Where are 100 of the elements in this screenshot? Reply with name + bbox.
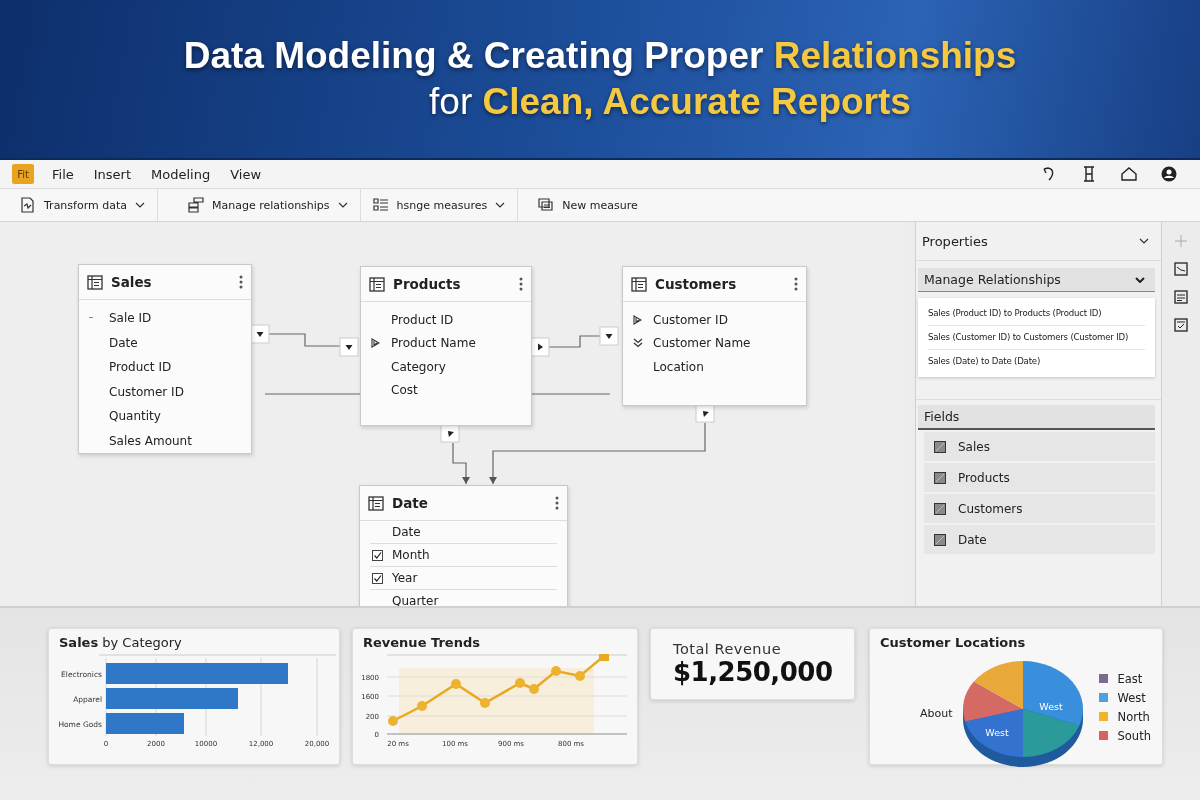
table-card[interactable]: Sales Sale ID Date Product ID Customer ID Quantity Sales Amount	[78, 264, 252, 454]
legend-label: West	[1117, 690, 1146, 705]
data-point	[575, 671, 585, 681]
dash-icon	[89, 317, 93, 320]
caret-icon	[1135, 276, 1145, 283]
more-icon[interactable]	[239, 275, 243, 289]
data-point	[480, 698, 490, 708]
field-name[interactable]: Quantity	[109, 409, 161, 424]
account-icon[interactable]	[1160, 165, 1178, 183]
toolbar-button[interactable]: hsnge measures	[360, 189, 519, 221]
toolbar-button[interactable]: Manage relationships	[158, 189, 361, 221]
home-icon[interactable]	[1120, 165, 1138, 183]
table-card[interactable]: Date Date Month Year Quarter	[359, 485, 568, 606]
table-icon	[631, 276, 647, 292]
card-title: Revenue Trends	[362, 634, 481, 652]
caret-icon	[337, 202, 348, 208]
cardinality-marker	[599, 326, 619, 346]
field-name[interactable]: Product Name	[391, 336, 476, 351]
relationship-arrow	[452, 442, 470, 485]
field-name[interactable]: Customer Name	[653, 336, 751, 351]
cardinality-marker	[530, 337, 550, 357]
caret-icon	[135, 202, 145, 208]
field-item[interactable]: Sales	[924, 432, 1155, 461]
more-icon[interactable]	[519, 277, 523, 291]
field-item[interactable]: Customers	[924, 494, 1155, 523]
table-card[interactable]: Customers Customer ID Customer Name Location	[622, 266, 807, 406]
pie-slice	[964, 709, 1023, 757]
legend-label: North	[1117, 709, 1150, 724]
more-icon[interactable]	[555, 496, 559, 510]
menu-item[interactable]: File	[52, 163, 90, 185]
menu-item[interactable]: Insert	[93, 163, 148, 185]
pie-label: About	[920, 706, 953, 720]
table-square-icon	[934, 533, 946, 546]
kpi-value: $1,250,000	[673, 657, 834, 687]
card-title: Customer Locations	[879, 634, 1027, 652]
field-name[interactable]: Cost	[391, 383, 418, 398]
field-item[interactable]: Date	[924, 525, 1155, 554]
play-icon	[371, 338, 380, 349]
table-card[interactable]: Products Product ID Product Name Category Cost	[360, 266, 532, 426]
pie-slice	[973, 661, 1023, 709]
table-icon	[369, 276, 385, 292]
field-item[interactable]: Products	[924, 463, 1155, 492]
panel-title: Properties	[922, 233, 988, 249]
card-title: Sales by Category	[58, 634, 183, 652]
toolbar-button[interactable]: New measure	[518, 189, 650, 221]
chevrons-icon	[633, 338, 643, 349]
field-name[interactable]: Sale ID	[109, 311, 152, 326]
table-name: Customers	[655, 276, 738, 292]
app-logo[interactable]: Fit	[12, 164, 34, 184]
table-square-icon	[934, 440, 946, 453]
field-name[interactable]: Year	[392, 571, 418, 585]
field-name[interactable]: Date	[109, 335, 138, 350]
field-name[interactable]: Month	[392, 548, 430, 562]
cardinality-marker	[695, 403, 715, 423]
field-name[interactable]: Quarter	[392, 594, 439, 606]
toolbar-button[interactable]: Transform data	[0, 189, 158, 221]
relationship-item[interactable]: Sales (Customer ID) to Customers (Customer ID)	[928, 326, 1145, 350]
data-point	[388, 716, 398, 726]
field-name[interactable]: Customer ID	[109, 384, 184, 399]
windows-icon	[538, 197, 555, 213]
slice-label: West	[984, 727, 1009, 738]
table-square-icon	[934, 502, 946, 515]
field-name[interactable]: Date	[392, 525, 421, 539]
menu-item[interactable]: View	[230, 163, 278, 185]
table-icon	[368, 495, 384, 511]
table-name: Date	[392, 495, 429, 511]
caret-icon	[495, 202, 506, 208]
text-icon[interactable]	[1174, 290, 1188, 304]
cardinality-marker	[250, 324, 270, 344]
fields-header: Fields	[918, 405, 1155, 430]
data-point	[451, 679, 461, 689]
checkbox[interactable]	[372, 549, 383, 561]
legend-label: East	[1117, 671, 1143, 686]
caret-icon	[1139, 238, 1149, 244]
kpi-label: Total Revenue	[673, 641, 783, 657]
relationship-item[interactable]: Sales (Date) to Date (Date)	[928, 350, 1145, 373]
banner-title: Data Modeling & Creating Proper Relationships	[183, 35, 1017, 77]
data-point	[515, 678, 525, 688]
field-name[interactable]: Product ID	[391, 312, 454, 327]
legend-label: South	[1117, 728, 1151, 743]
banner-title: for Clean, Accurate Reports	[429, 81, 911, 123]
more-icon[interactable]	[794, 277, 798, 291]
checkbox[interactable]	[372, 572, 383, 584]
field-name[interactable]: Category	[391, 359, 446, 374]
field-name[interactable]: Product ID	[109, 360, 172, 375]
relationship-item[interactable]: Sales (Product ID) to Products (Product ID)	[928, 302, 1145, 326]
check-icon[interactable]	[1174, 318, 1188, 332]
slice-label: West	[1038, 701, 1063, 712]
play-icon	[633, 314, 642, 325]
chart-icon[interactable]	[1174, 262, 1188, 276]
field-name[interactable]: Location	[653, 359, 704, 374]
menu-item[interactable]: Modeling	[151, 163, 227, 185]
pie-slice	[1022, 709, 1079, 757]
table-square-icon	[934, 471, 946, 484]
relationship-line	[548, 335, 601, 348]
field-name[interactable]: Customer ID	[653, 312, 728, 327]
tables-icon	[188, 197, 204, 213]
field-name[interactable]: Sales Amount	[109, 433, 192, 448]
cardinality-marker	[440, 423, 460, 443]
relationships-dropdown[interactable]: Manage Relationships	[918, 268, 1155, 292]
